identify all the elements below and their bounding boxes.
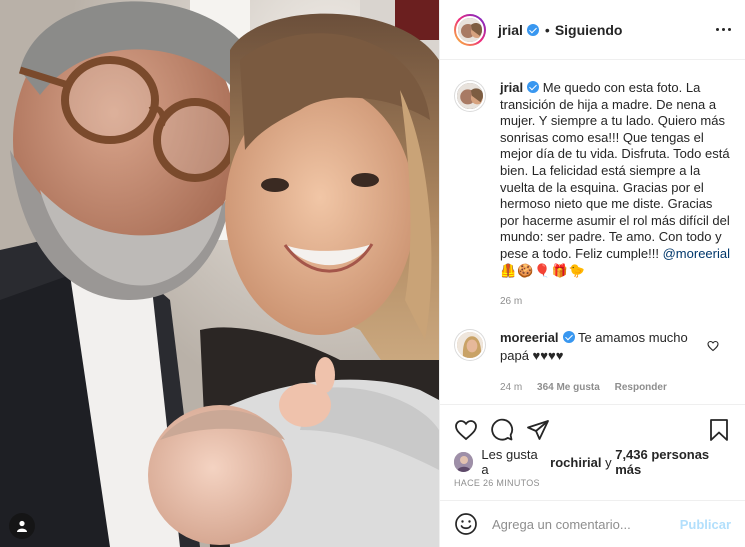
post-caption: jrial Me quedo con esta foto. La transic… <box>440 60 745 311</box>
comment-username[interactable]: moreerial <box>500 330 559 345</box>
heart-icon[interactable] <box>454 418 478 442</box>
comment-time[interactable]: 24 m <box>500 382 522 393</box>
user-tag-icon <box>17 520 27 532</box>
comment-icon[interactable] <box>490 418 514 442</box>
liker-username[interactable]: rochirial <box>550 455 601 470</box>
add-comment-bar: Publicar <box>440 500 745 547</box>
caption-emojis: 🦺🍪🎈🎁🐤 <box>500 262 586 278</box>
liker-avatar[interactable] <box>454 452 474 472</box>
emoji-icon[interactable] <box>454 512 478 536</box>
likes-connector: y <box>605 454 612 470</box>
share-icon[interactable] <box>526 418 550 442</box>
family-photo-illustration <box>0 0 439 547</box>
verified-badge-icon <box>562 330 575 343</box>
caption-text: Me quedo con esta foto. La transición de… <box>500 80 730 261</box>
comment-item: moreerial Te amamos mucho papá ♥♥♥♥ 24 m… <box>440 311 745 397</box>
avatar-image <box>456 15 484 44</box>
following-button[interactable]: Siguiendo <box>555 22 623 38</box>
likes-count-link[interactable]: 7,436 personas más <box>615 447 735 477</box>
caption-mention-link[interactable]: @moreerial <box>663 246 730 261</box>
verified-badge-icon <box>527 81 540 93</box>
comments-section: jrial Me quedo con esta foto. La transic… <box>440 60 745 404</box>
post-photo[interactable] <box>0 0 439 547</box>
comment-body: moreerial Te amamos mucho papá ♥♥♥♥ 24 m… <box>500 329 700 397</box>
post-author-username[interactable]: jrial <box>498 22 523 38</box>
avatar-image <box>455 81 485 111</box>
post-side-panel: jrial • Siguiendo jrial Me quedo con est… <box>439 0 745 547</box>
avatar[interactable] <box>454 13 486 46</box>
comment-input[interactable] <box>490 515 680 533</box>
comment-likes[interactable]: 364 Me gusta <box>537 382 600 393</box>
caption-time[interactable]: 26 m <box>500 296 522 307</box>
likes-summary: Les gusta a rochirial y 7,436 personas m… <box>454 447 735 477</box>
caption-avatar[interactable] <box>454 80 486 112</box>
reply-button[interactable]: Responder <box>615 382 667 393</box>
likes-prefix: Les gusta a <box>481 447 538 477</box>
verified-badge-icon <box>526 23 539 36</box>
instagram-post: jrial • Siguiendo jrial Me quedo con est… <box>0 0 745 547</box>
caption-body: jrial Me quedo con esta foto. La transic… <box>500 80 731 311</box>
caption-meta: 26 m <box>500 294 731 311</box>
user-tags-button[interactable] <box>9 513 35 539</box>
separator-dot: • <box>544 21 550 38</box>
caption-username[interactable]: jrial <box>500 80 523 95</box>
bookmark-icon[interactable] <box>707 418 731 442</box>
comment-like-heart-icon[interactable] <box>707 340 719 352</box>
more-options-icon[interactable] <box>710 22 731 37</box>
publish-button[interactable]: Publicar <box>680 517 731 532</box>
comment-avatar[interactable] <box>454 328 486 361</box>
avatar-image <box>455 329 485 360</box>
post-header: jrial • Siguiendo <box>440 0 745 60</box>
comment-meta: 24 m 364 Me gusta Responder <box>500 379 700 397</box>
post-timestamp[interactable]: HACE 26 MINUTOS <box>454 478 540 488</box>
